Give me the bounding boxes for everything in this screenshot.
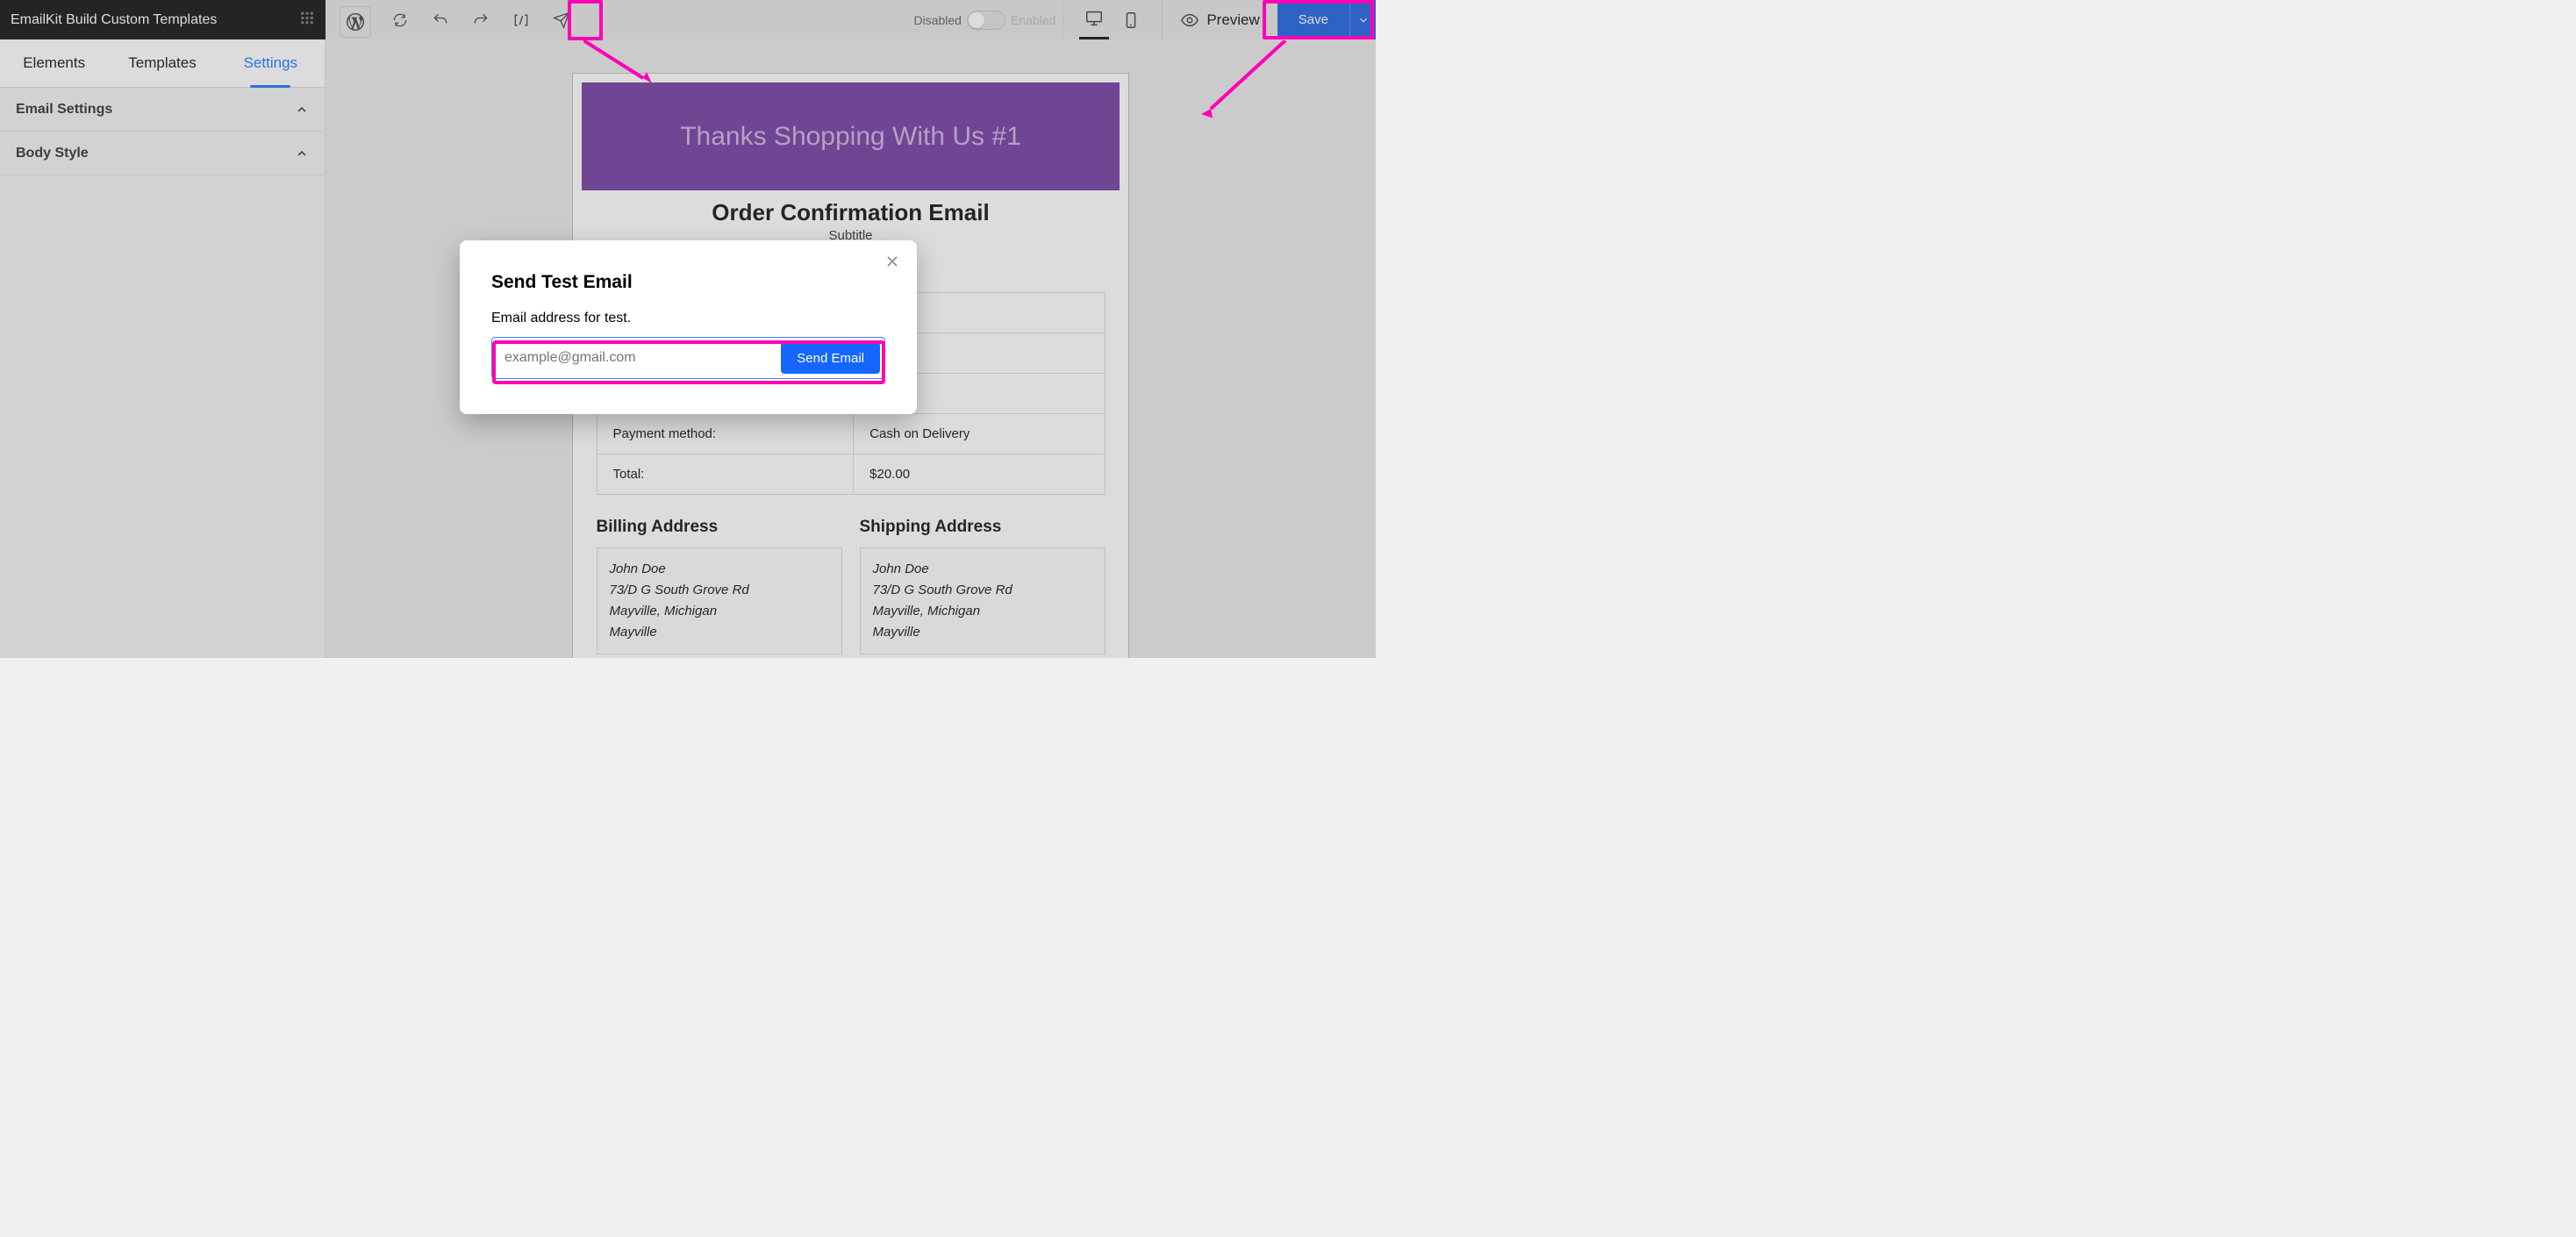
eye-icon	[1180, 11, 1199, 30]
undo-icon[interactable]	[420, 0, 461, 39]
send-test-email-modal: Send Test Email Email address for test. …	[460, 240, 917, 414]
brand-title: EmailKit Build Custom Templates	[0, 0, 326, 39]
tab-settings[interactable]: Settings	[217, 39, 325, 87]
email-banner[interactable]: Thanks Shopping With Us #1	[582, 82, 1120, 190]
wordpress-icon[interactable]	[340, 6, 371, 38]
billing-title[interactable]: Billing Address	[597, 518, 842, 537]
disabled-label: Disabled	[913, 13, 961, 27]
send-email-button[interactable]: Send Email	[781, 342, 880, 374]
save-button[interactable]: Save	[1277, 0, 1376, 39]
email-title[interactable]: Order Confirmation Email	[573, 199, 1128, 226]
shipping-address[interactable]: John Doe 73/D G South Grove Rd Mayville,…	[860, 547, 1106, 654]
apps-grid-icon[interactable]	[299, 10, 315, 30]
section-email-settings-label: Email Settings	[16, 102, 112, 118]
section-body-style[interactable]: Body Style	[0, 132, 325, 175]
desktop-view-icon[interactable]	[1079, 1, 1109, 39]
chevron-up-icon	[295, 103, 309, 117]
chevron-up-icon	[295, 147, 309, 161]
section-body-style-label: Body Style	[16, 146, 89, 161]
send-test-icon[interactable]	[541, 0, 582, 39]
mobile-view-icon[interactable]	[1116, 1, 1146, 39]
save-label: Save	[1277, 12, 1349, 27]
enabled-label: Enabled	[1011, 13, 1055, 27]
preview-label: Preview	[1206, 11, 1259, 29]
redo-icon[interactable]	[461, 0, 501, 39]
refresh-icon[interactable]	[380, 0, 420, 39]
save-options-icon[interactable]	[1349, 0, 1376, 39]
status-toggle-group: Disabled Enabled	[906, 0, 1063, 39]
tab-templates[interactable]: Templates	[108, 39, 216, 87]
billing-address[interactable]: John Doe 73/D G South Grove Rd Mayville,…	[597, 547, 842, 654]
table-row: Total:$20.00	[597, 454, 1105, 495]
brand-text: EmailKit Build Custom Templates	[11, 12, 217, 28]
section-email-settings[interactable]: Email Settings	[0, 88, 325, 132]
modal-label: Email address for test.	[491, 311, 885, 326]
modal-title: Send Test Email	[491, 272, 885, 293]
table-row: Payment method:Cash on Delivery	[597, 414, 1105, 454]
enable-toggle[interactable]	[967, 11, 1005, 30]
tab-elements[interactable]: Elements	[0, 39, 108, 87]
preview-button[interactable]: Preview	[1162, 0, 1277, 39]
banner-text: Thanks Shopping With Us #1	[680, 122, 1021, 152]
shipping-title[interactable]: Shipping Address	[860, 518, 1106, 537]
shortcode-icon[interactable]	[501, 0, 541, 39]
close-icon[interactable]	[884, 253, 905, 274]
